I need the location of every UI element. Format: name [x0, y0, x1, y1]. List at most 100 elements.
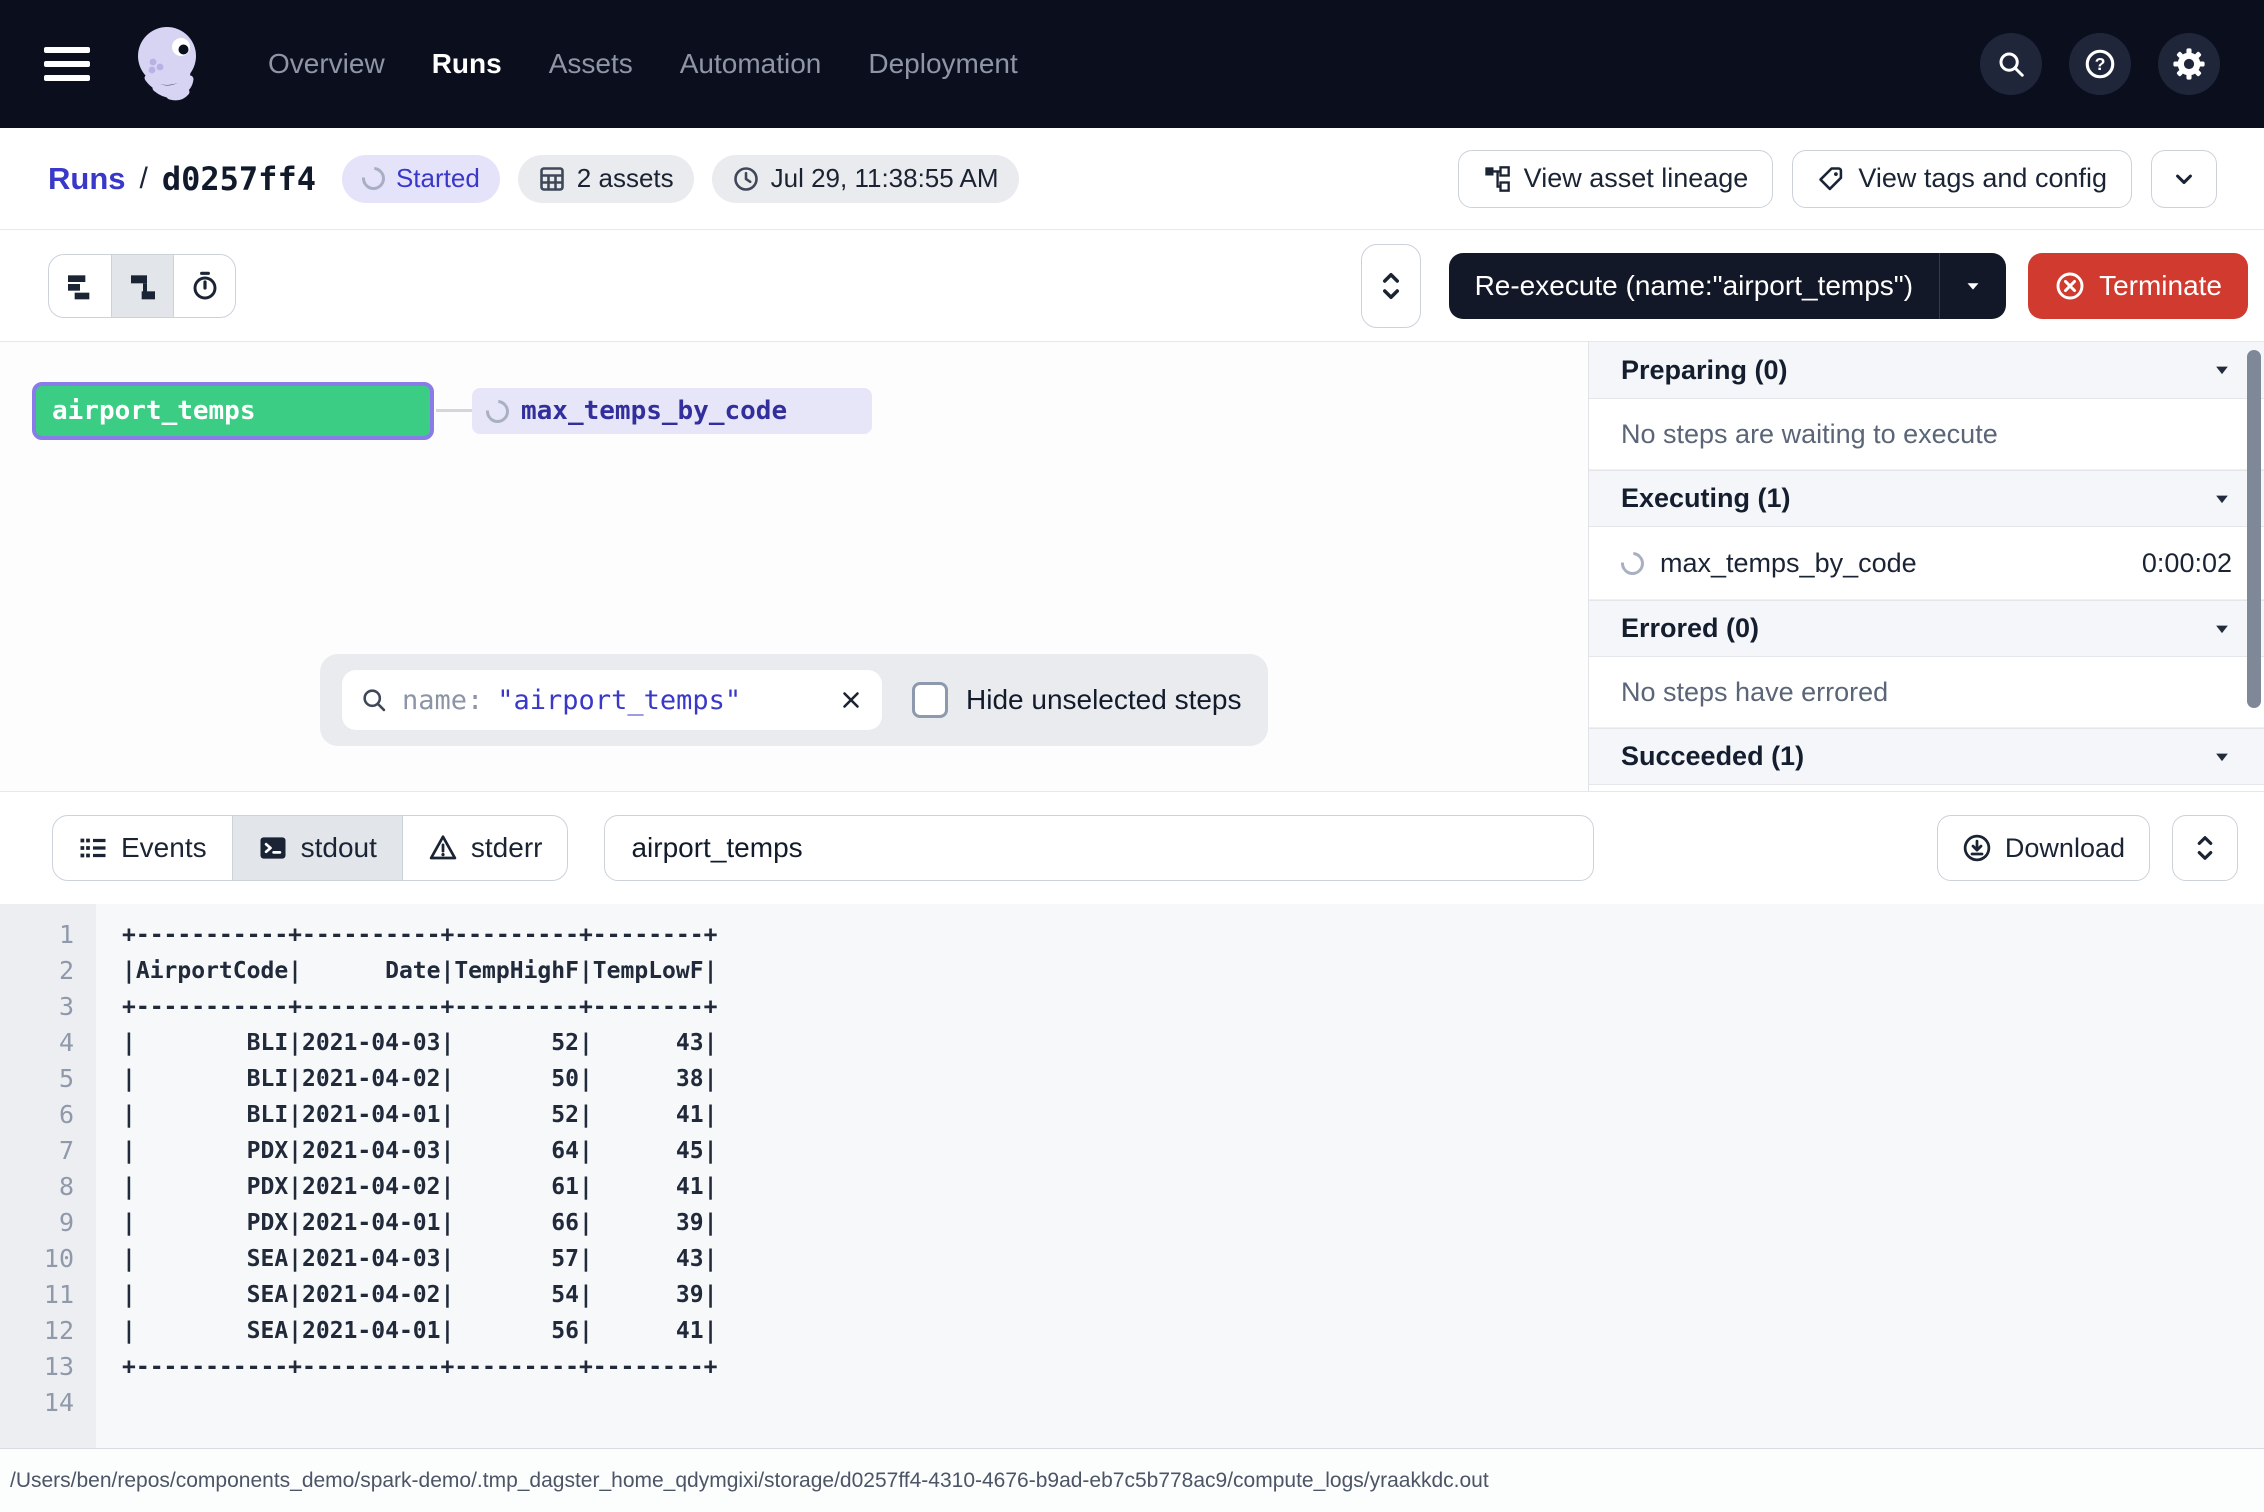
log-line: 9| PDX|2021-04-01| 66| 39| [0, 1205, 2264, 1241]
hide-unselected-checkbox[interactable] [912, 682, 948, 718]
log-line: 14 [0, 1385, 2264, 1421]
up-down-chevrons-icon [2191, 832, 2219, 864]
log-filter-input[interactable]: airport_temps [604, 815, 1594, 881]
download-button[interactable]: Download [1937, 815, 2150, 881]
nav-item-assets[interactable]: Assets [549, 48, 633, 80]
up-down-chevrons-icon [1376, 267, 1406, 305]
caret-down-icon [2212, 747, 2232, 767]
section-succeeded-header[interactable]: Succeeded (1) [1589, 728, 2264, 785]
caret-down-icon [2212, 360, 2232, 380]
caret-down-icon [1962, 275, 1984, 297]
view-switcher [48, 254, 236, 318]
run-header: Runs / d0257ff4 Started 2 assets Jul 29,… [0, 128, 2264, 230]
log-toolbar: Events stdout stderr airport_temps Downl… [0, 792, 2264, 904]
reexecute-button[interactable]: Re-execute (name:"airport_temps") [1449, 253, 2007, 319]
search-icon [1996, 49, 2026, 79]
step-filter-input[interactable]: name: "airport_temps" [342, 670, 882, 730]
tab-stdout[interactable]: stdout [232, 816, 402, 880]
graph-filter-bar: name: "airport_temps" Hide unselected st… [320, 654, 1268, 746]
hamburger-menu-icon[interactable] [44, 47, 90, 81]
log-line: 8| PDX|2021-04-02| 61| 41| [0, 1169, 2264, 1205]
tab-events[interactable]: Events [53, 816, 232, 880]
step-node-max-temps-by-code[interactable]: max_temps_by_code [472, 388, 872, 434]
help-button[interactable]: ? [2069, 33, 2131, 95]
stdout-log-viewer[interactable]: 1+-----------+----------+---------+-----… [0, 904, 2264, 1448]
spinner-icon [481, 395, 513, 427]
breadcrumb-separator: / [140, 162, 148, 196]
run-body: airport_temps max_temps_by_code name: "a… [0, 342, 2264, 792]
hide-unselected-steps-toggle[interactable]: Hide unselected steps [912, 682, 1242, 718]
panel-scrollbar[interactable] [2247, 350, 2261, 708]
grid-icon [538, 165, 566, 193]
spinner-icon [1616, 547, 1648, 579]
log-file-path-bar: /Users/ben/repos/components_demo/spark-d… [0, 1448, 2264, 1512]
waterfall-gantt-icon [127, 270, 159, 302]
status-badge: Started [342, 155, 500, 203]
search-button[interactable] [1980, 33, 2042, 95]
terminate-button[interactable]: Terminate [2028, 253, 2248, 319]
step-elapsed-time: 0:00:02 [2142, 548, 2232, 579]
clock-icon [732, 165, 760, 193]
dagster-logo[interactable] [124, 18, 216, 110]
run-toolbar: Re-execute (name:"airport_temps") Termin… [0, 230, 2264, 342]
search-icon [360, 686, 388, 714]
help-icon: ? [2083, 47, 2117, 81]
caret-down-icon [2212, 619, 2232, 639]
log-line: 4| BLI|2021-04-03| 52| 43| [0, 1025, 2264, 1061]
log-expand-button[interactable] [2172, 815, 2238, 881]
log-line: 11| SEA|2021-04-02| 54| 39| [0, 1277, 2264, 1313]
log-file-path: /Users/ben/repos/components_demo/spark-d… [10, 1469, 1489, 1493]
list-icon [78, 833, 108, 863]
terminate-icon [2054, 270, 2086, 302]
chevron-down-icon [2170, 165, 2198, 193]
steps-status-panel: Preparing (0) No steps are waiting to ex… [1588, 342, 2264, 791]
settings-button[interactable] [2158, 33, 2220, 95]
timer-view-button[interactable] [173, 255, 235, 317]
log-line: 2|AirportCode| Date|TempHighF|TempLowF| [0, 953, 2264, 989]
nav-item-automation[interactable]: Automation [680, 48, 822, 80]
step-node-airport-temps[interactable]: airport_temps [32, 382, 434, 440]
lineage-icon [1483, 165, 1511, 193]
breadcrumb-runs-link[interactable]: Runs [48, 161, 126, 197]
spinner-icon [357, 162, 389, 194]
svg-text:?: ? [2095, 54, 2106, 74]
nav-item-overview[interactable]: Overview [268, 48, 385, 80]
log-line: 13+-----------+----------+---------+----… [0, 1349, 2264, 1385]
clear-filter-icon[interactable] [838, 687, 864, 713]
tab-stderr[interactable]: stderr [402, 816, 568, 880]
caret-down-icon [2212, 489, 2232, 509]
log-line: 10| SEA|2021-04-03| 57| 43| [0, 1241, 2264, 1277]
executing-step-row[interactable]: max_temps_by_code 0:00:02 [1589, 527, 2264, 600]
view-tags-config-button[interactable]: View tags and config [1792, 150, 2132, 208]
section-errored-empty: No steps have errored [1589, 657, 2264, 728]
run-id: d0257ff4 [162, 160, 316, 198]
nav-item-runs[interactable]: Runs [432, 48, 502, 80]
waterfall-gantt-view-button[interactable] [111, 255, 173, 317]
section-errored-header[interactable]: Errored (0) [1589, 600, 2264, 657]
nav-links: Overview Runs Assets Automation Deployme… [268, 48, 1018, 80]
flat-gantt-icon [64, 270, 96, 302]
terminal-icon [258, 833, 288, 863]
gear-icon [2172, 47, 2206, 81]
log-tabs: Events stdout stderr [52, 815, 568, 881]
section-executing-header[interactable]: Executing (1) [1589, 470, 2264, 527]
nav-item-deployment[interactable]: Deployment [868, 48, 1017, 80]
graph-edge [436, 409, 472, 412]
section-preparing-header[interactable]: Preparing (0) [1589, 342, 2264, 399]
view-asset-lineage-button[interactable]: View asset lineage [1458, 150, 1774, 208]
flat-gantt-view-button[interactable] [49, 255, 111, 317]
section-preparing-empty: No steps are waiting to execute [1589, 399, 2264, 470]
log-line: 1+-----------+----------+---------+-----… [0, 917, 2264, 953]
log-line: 6| BLI|2021-04-01| 52| 41| [0, 1097, 2264, 1133]
gantt-zoom-button[interactable] [1361, 244, 1421, 328]
gantt-graph-pane: airport_temps max_temps_by_code name: "a… [0, 342, 1588, 791]
log-line: 5| BLI|2021-04-02| 50| 38| [0, 1061, 2264, 1097]
reexecute-dropdown-caret[interactable] [1939, 253, 2006, 319]
log-line: 12| SEA|2021-04-01| 56| 41| [0, 1313, 2264, 1349]
timestamp-badge: Jul 29, 11:38:55 AM [712, 155, 1019, 203]
run-actions-menu-button[interactable] [2151, 150, 2217, 208]
warning-icon [428, 833, 458, 863]
top-nav: Overview Runs Assets Automation Deployme… [0, 0, 2264, 128]
assets-badge[interactable]: 2 assets [518, 155, 694, 203]
stopwatch-icon [189, 270, 221, 302]
